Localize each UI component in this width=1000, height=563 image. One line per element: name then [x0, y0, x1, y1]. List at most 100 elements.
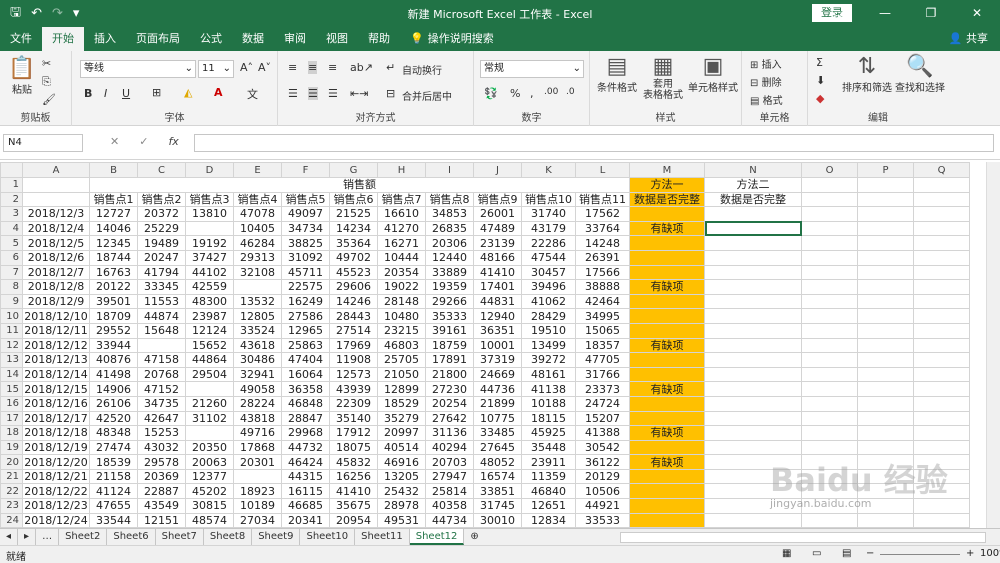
value-cell[interactable]: 44874 — [137, 308, 186, 324]
value-cell[interactable]: 20122 — [89, 279, 138, 295]
value-cell[interactable]: 24669 — [473, 366, 522, 383]
value-cell[interactable]: 35364 — [329, 235, 378, 251]
underline-button[interactable]: U — [122, 87, 130, 100]
cell[interactable] — [913, 366, 970, 383]
cell[interactable] — [913, 512, 970, 529]
value-cell[interactable]: 17401 — [473, 279, 522, 295]
value-cell[interactable]: 20768 — [137, 366, 186, 383]
value-cell[interactable]: 15253 — [137, 425, 186, 441]
value-cell[interactable]: 20306 — [425, 235, 474, 251]
insert-button[interactable]: ⊞ 插入 — [750, 56, 782, 71]
value-cell[interactable]: 40876 — [89, 352, 138, 368]
align-middle-icon[interactable]: ≡ — [308, 61, 318, 74]
value-cell[interactable]: 25229 — [137, 220, 186, 237]
cell[interactable] — [913, 425, 970, 441]
date-cell[interactable]: 2018/12/9 — [22, 293, 90, 310]
menu-tab[interactable]: 开始 — [42, 27, 84, 51]
cell[interactable] — [913, 235, 970, 251]
method1-cell[interactable] — [629, 322, 705, 339]
value-cell[interactable]: 19359 — [425, 279, 474, 295]
date-cell[interactable]: 2018/12/16 — [22, 395, 90, 412]
value-cell[interactable]: 19022 — [377, 279, 426, 295]
value-cell[interactable]: 16271 — [377, 235, 426, 251]
indent-icon[interactable]: ⇤⇥ — [350, 87, 368, 100]
value-cell[interactable]: 39161 — [425, 322, 474, 339]
font-color-icon[interactable]: A — [214, 86, 223, 99]
value-cell[interactable]: 32108 — [233, 264, 282, 281]
value-cell[interactable]: 27514 — [329, 322, 378, 339]
sheet-tab[interactable]: Sheet7 — [156, 529, 204, 545]
page-layout-icon[interactable]: ▭ — [812, 548, 821, 559]
value-cell[interactable]: 44734 — [425, 512, 474, 529]
date-cell[interactable]: 2018/12/24 — [22, 512, 90, 529]
format-painter-icon[interactable]: 🖌 — [42, 93, 56, 106]
value-cell[interactable]: 35333 — [425, 308, 474, 324]
value-cell[interactable]: 43618 — [233, 337, 282, 354]
next-sheet-icon[interactable]: ▸ — [18, 529, 37, 545]
value-cell[interactable]: 44102 — [185, 264, 234, 281]
date-cell[interactable]: 2018/12/7 — [22, 264, 90, 281]
value-cell[interactable]: 20301 — [233, 454, 282, 470]
phonetic-icon[interactable]: 文 — [247, 86, 258, 102]
value-cell[interactable]: 18759 — [425, 337, 474, 354]
align-top-icon[interactable]: ≡ — [288, 61, 297, 74]
value-cell[interactable]: 21260 — [185, 395, 234, 412]
redo-icon[interactable]: ↷ — [52, 6, 63, 21]
tell-me-search[interactable]: 操作说明搜索 — [428, 27, 504, 51]
value-cell[interactable] — [233, 468, 282, 485]
value-cell[interactable]: 17562 — [575, 206, 630, 222]
value-cell[interactable]: 14046 — [89, 220, 138, 237]
value-cell[interactable]: 40514 — [377, 439, 426, 456]
method2-cell[interactable] — [704, 425, 802, 441]
value-cell[interactable]: 46840 — [521, 483, 576, 500]
number-format-select[interactable]: 常规 ⌄ — [480, 60, 584, 78]
value-cell[interactable]: 44921 — [575, 498, 630, 514]
autosum-icon[interactable]: Σ — [816, 56, 823, 69]
value-cell[interactable]: 10405 — [233, 220, 282, 237]
point-header[interactable]: 销售点10 — [521, 191, 576, 208]
format-button[interactable]: ▤ 格式 — [750, 92, 783, 107]
value-cell[interactable]: 29578 — [137, 454, 186, 470]
value-cell[interactable]: 43939 — [329, 381, 378, 397]
cell[interactable] — [913, 293, 970, 310]
value-cell[interactable]: 15207 — [575, 410, 630, 427]
enter-icon[interactable]: ✓ — [139, 135, 148, 148]
method2-cell[interactable] — [704, 381, 802, 397]
date-cell[interactable]: 2018/12/5 — [22, 235, 90, 251]
value-cell[interactable]: 41138 — [521, 381, 576, 397]
row-header[interactable]: 24 — [0, 512, 23, 529]
column-header[interactable]: A — [22, 162, 90, 178]
align-center-icon[interactable]: ☰ — [308, 87, 318, 100]
row-header[interactable]: 20 — [0, 454, 23, 470]
value-cell[interactable]: 25863 — [281, 337, 330, 354]
value-cell[interactable]: 10188 — [521, 395, 576, 412]
value-cell[interactable]: 48348 — [89, 425, 138, 441]
value-cell[interactable]: 41388 — [575, 425, 630, 441]
restore-icon[interactable]: ❐ — [908, 0, 954, 27]
value-cell[interactable]: 29552 — [89, 322, 138, 339]
method1-cell[interactable] — [629, 498, 705, 514]
cell[interactable] — [801, 512, 858, 529]
sheet-tab[interactable]: Sheet2 — [59, 529, 108, 545]
row-header[interactable]: 3 — [0, 206, 23, 222]
zoom-slider[interactable] — [880, 554, 960, 555]
method1-cell[interactable] — [629, 439, 705, 456]
menu-tab[interactable]: 插入 — [84, 27, 126, 51]
cell[interactable] — [801, 249, 858, 266]
date-cell[interactable]: 2018/12/11 — [22, 322, 90, 339]
cell[interactable] — [857, 366, 914, 383]
method2-cell[interactable] — [704, 206, 802, 222]
value-cell[interactable]: 27947 — [425, 468, 474, 485]
cell[interactable] — [801, 381, 858, 397]
value-cell[interactable]: 12727 — [89, 206, 138, 222]
cell[interactable] — [913, 395, 970, 412]
value-cell[interactable]: 43032 — [137, 439, 186, 456]
value-cell[interactable]: 17912 — [329, 425, 378, 441]
menu-tab[interactable]: 公式 — [190, 27, 232, 51]
date-cell[interactable]: 2018/12/18 — [22, 425, 90, 441]
page-break-icon[interactable]: ▤ — [842, 548, 851, 559]
value-cell[interactable]: 22309 — [329, 395, 378, 412]
value-cell[interactable]: 18529 — [377, 395, 426, 412]
add-sheet-icon[interactable]: ⊕ — [464, 529, 484, 545]
method2-cell[interactable] — [704, 235, 802, 251]
